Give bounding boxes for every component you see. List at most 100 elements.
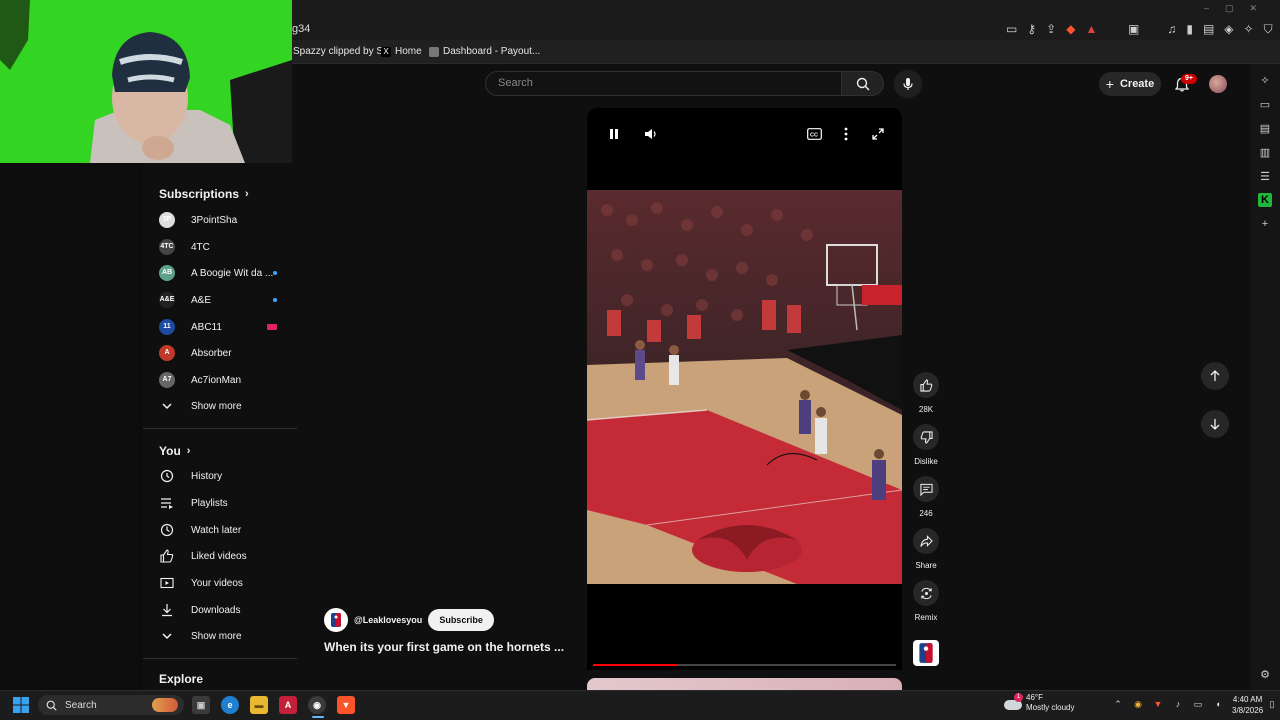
sound-source-thumbnail[interactable] bbox=[913, 640, 939, 666]
search-button[interactable] bbox=[842, 71, 884, 96]
weather-widget[interactable]: 1 46°F Mostly cloudy bbox=[1004, 693, 1074, 713]
music-icon[interactable]: ♫ bbox=[1167, 22, 1176, 36]
subscriptions-show-more[interactable]: Show more bbox=[159, 396, 242, 416]
pause-button[interactable] bbox=[602, 122, 626, 146]
comment-icon bbox=[919, 483, 933, 496]
explore-header: Explore bbox=[159, 672, 203, 686]
leo-ai-icon[interactable]: ✧ bbox=[1258, 73, 1272, 87]
sidebar-item-liked-videos[interactable]: Liked videos bbox=[159, 546, 247, 566]
vpn-icon[interactable]: ◈ bbox=[1224, 22, 1233, 36]
subscription-name: ABC11 bbox=[191, 321, 222, 333]
taskbar-search[interactable]: Search bbox=[38, 695, 184, 715]
brave-shield-icon[interactable]: ◆ bbox=[1066, 22, 1075, 36]
subscription-item[interactable]: A&E A&E bbox=[159, 290, 277, 310]
notification-center-icon[interactable]: ▯ bbox=[1266, 698, 1278, 710]
captions-button[interactable]: CC bbox=[802, 122, 826, 146]
you-title: You bbox=[159, 444, 181, 458]
tab-icon[interactable]: ▣ bbox=[1128, 22, 1139, 36]
cast-icon[interactable]: ▭ bbox=[1006, 22, 1017, 36]
subscription-item[interactable]: 3P 3PointSha bbox=[159, 210, 237, 230]
player-bottom bbox=[587, 584, 902, 670]
shield-icon[interactable]: ⛉ bbox=[1264, 22, 1273, 37]
sidebar-item-downloads[interactable]: Downloads bbox=[159, 600, 240, 620]
brave-rewards-icon[interactable]: ▲ bbox=[1085, 22, 1097, 36]
live-indicator-icon bbox=[267, 324, 277, 330]
subscription-item[interactable]: 4TC 4TC bbox=[159, 237, 210, 257]
sidebar-item-your-videos[interactable]: Your videos bbox=[159, 573, 243, 593]
reading-list-icon[interactable]: ☰ bbox=[1258, 169, 1272, 183]
short-video-frame[interactable] bbox=[587, 190, 902, 584]
sidebar-item-playlists[interactable]: Playlists bbox=[159, 493, 228, 513]
windows-start-icon[interactable] bbox=[13, 697, 29, 713]
add-panel-icon[interactable]: + bbox=[1258, 217, 1272, 231]
share-button[interactable] bbox=[913, 528, 939, 554]
webcam-image bbox=[0, 0, 292, 163]
kick-icon[interactable]: K bbox=[1258, 193, 1272, 207]
comments-button[interactable] bbox=[913, 476, 939, 502]
active-app-indicator bbox=[312, 716, 324, 718]
subscription-item[interactable]: AB A Boogie Wit da ... bbox=[159, 263, 277, 283]
minimize-icon[interactable]: – bbox=[1204, 3, 1209, 14]
search-input[interactable]: Search bbox=[485, 71, 842, 96]
file-explorer-icon[interactable]: ▬ bbox=[250, 696, 268, 714]
network-icon[interactable]: ▭ bbox=[1192, 698, 1204, 710]
sidebar-toggle-icon[interactable]: ▮ bbox=[1186, 22, 1193, 36]
new-content-dot bbox=[273, 298, 277, 302]
like-button[interactable] bbox=[913, 372, 939, 398]
wallet-icon[interactable]: ▤ bbox=[1203, 22, 1214, 36]
media-icon[interactable]: ▭ bbox=[1258, 97, 1272, 111]
bookmarks-icon[interactable]: ▥ bbox=[1258, 145, 1272, 159]
account-avatar[interactable] bbox=[1209, 75, 1227, 93]
sidebar-item-history[interactable]: History bbox=[159, 466, 222, 486]
short-channel-row: @Leaklovesyou Subscribe bbox=[324, 608, 494, 632]
thumbs-up-icon bbox=[159, 548, 175, 564]
system-clock[interactable]: 4:40 AM 3/8/2026 bbox=[1232, 694, 1263, 716]
subscription-item[interactable]: A Absorber bbox=[159, 343, 232, 363]
volume-button[interactable] bbox=[639, 122, 663, 146]
speaker-icon[interactable]: ◖ bbox=[1212, 698, 1224, 710]
address-bar-text[interactable]: g34 bbox=[292, 23, 310, 35]
dislike-button[interactable] bbox=[913, 424, 939, 450]
voice-search-button[interactable] bbox=[894, 70, 922, 98]
playlist-icon bbox=[159, 495, 175, 511]
thumbs-up-icon bbox=[919, 378, 932, 392]
subscribe-button[interactable]: Subscribe bbox=[428, 609, 494, 631]
subscription-item[interactable]: 11 ABC11 bbox=[159, 317, 277, 337]
obs-studio-icon[interactable]: ◉ bbox=[308, 696, 326, 714]
remix-button[interactable] bbox=[913, 580, 939, 606]
next-short-button[interactable] bbox=[1201, 410, 1229, 438]
brave-tray-icon[interactable]: ▼ bbox=[1152, 698, 1164, 710]
settings-gear-icon[interactable]: ⚙ bbox=[1258, 667, 1272, 681]
window-controls: – ▢ ✕ bbox=[1204, 3, 1257, 14]
next-short-preview[interactable] bbox=[587, 678, 902, 690]
create-button[interactable]: + Create bbox=[1099, 72, 1161, 96]
sidebar-item-watch-later[interactable]: Watch later bbox=[159, 520, 241, 540]
bookmark-item[interactable]: Dashboard - Payout... bbox=[429, 46, 540, 57]
microphone-tray-icon[interactable]: ♪ bbox=[1172, 698, 1184, 710]
share-page-icon[interactable]: ⇪ bbox=[1046, 22, 1056, 36]
task-view-icon[interactable]: ▣ bbox=[192, 696, 210, 714]
leo-icon[interactable]: ✧ bbox=[1244, 22, 1254, 36]
subscription-item[interactable]: A7 Ac7ionMan bbox=[159, 370, 241, 390]
close-icon[interactable]: ✕ bbox=[1250, 3, 1258, 14]
chevron-up-icon[interactable]: ⌃ bbox=[1112, 698, 1124, 710]
brave-browser-icon[interactable]: ▼ bbox=[337, 696, 355, 714]
key-icon[interactable]: ⚷ bbox=[1027, 22, 1036, 36]
bookmark-item[interactable]: X Home bbox=[381, 46, 422, 57]
previous-short-button[interactable] bbox=[1201, 362, 1229, 390]
subscriptions-header[interactable]: Subscriptions › bbox=[159, 187, 249, 201]
bookmark-item[interactable]: Spazzy clipped by S... bbox=[293, 46, 391, 57]
maximize-icon[interactable]: ▢ bbox=[1225, 3, 1234, 14]
norton-icon[interactable]: ◉ bbox=[1132, 698, 1144, 710]
expand-icon bbox=[872, 128, 884, 140]
app-launcher-icon[interactable]: A bbox=[279, 696, 297, 714]
you-show-more[interactable]: Show more bbox=[159, 626, 242, 646]
fullscreen-button[interactable] bbox=[866, 122, 890, 146]
wallet-icon[interactable]: ▤ bbox=[1258, 121, 1272, 135]
more-options-button[interactable] bbox=[834, 122, 858, 146]
short-title[interactable]: When its your first game on the hornets … bbox=[324, 640, 564, 654]
channel-name[interactable]: @Leaklovesyou bbox=[354, 615, 422, 625]
you-header[interactable]: You › bbox=[159, 444, 190, 458]
edge-browser-icon[interactable]: e bbox=[221, 696, 239, 714]
channel-avatar[interactable] bbox=[324, 608, 348, 632]
